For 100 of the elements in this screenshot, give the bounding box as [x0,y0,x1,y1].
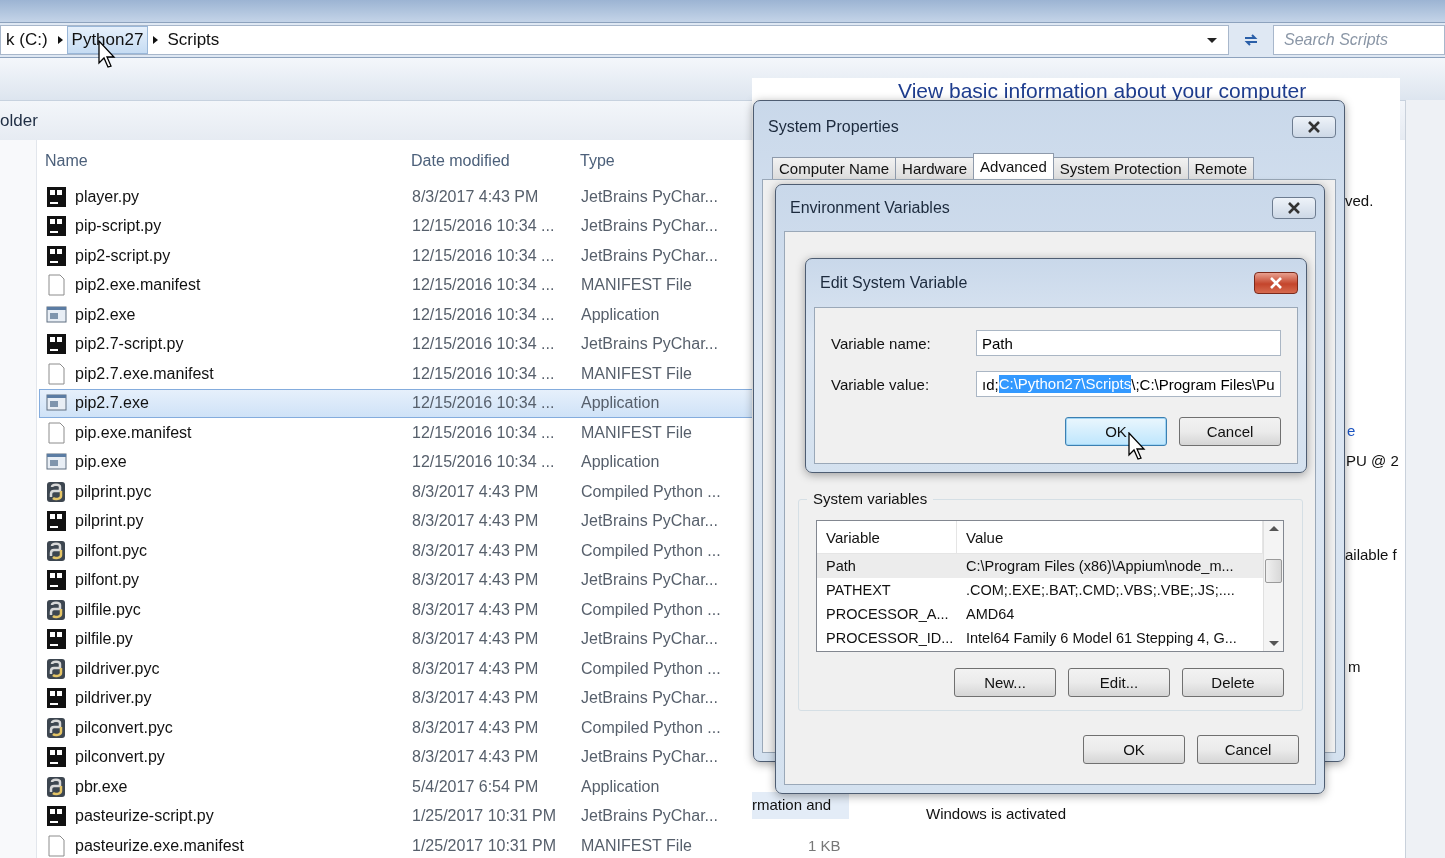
tab[interactable]: Remote [1187,157,1255,179]
file-row[interactable]: pilprint.py 8/3/2017 4:43 PM JetBrains PyChar... [39,506,753,536]
column-header[interactable]: Date modified [403,152,572,170]
dialog-button[interactable]: New... [954,668,1056,697]
file-row[interactable]: pip-script.py 12/15/2016 10:34 ... JetBrains PyChar... [39,211,753,241]
file-row[interactable]: pasteurize.exe.manifest 1/25/2017 10:31 PM MANIFEST File [39,831,753,858]
text-fragment: Windows is activated [926,805,1067,822]
file-type: JetBrains PyChar... [580,512,719,531]
field-label: Variable name: [831,334,932,352]
link[interactable]: e [1347,422,1356,439]
file-row[interactable]: pip2.7.exe 12/15/2016 10:34 ... Application [39,388,753,418]
file-name: pilfont.py [75,571,140,590]
tab[interactable]: Computer Name [772,157,897,179]
python-file-icon [46,657,67,680]
document-icon [46,362,67,385]
file-row[interactable]: pip2.exe 12/15/2016 10:34 ... Application [39,300,753,330]
close-button[interactable] [1272,197,1316,219]
breadcrumb[interactable]: Scripts [162,26,225,54]
tab[interactable]: Hardware [895,157,975,179]
pycharm-file-icon [46,244,67,267]
file-name: pilconvert.py [75,748,165,767]
python-file-icon [46,480,67,503]
file-row[interactable]: pildriver.py 8/3/2017 4:43 PM JetBrains PyChar... [39,683,753,713]
variable-row[interactable]: PROCESSOR_A... AMD64 [817,602,1263,626]
file-name: pildriver.pyc [75,659,160,678]
variable-name: PATHEXT [825,582,892,598]
scroll-down-icon[interactable] [1268,641,1279,647]
file-type: Compiled Python ... [580,718,722,737]
variable-row[interactable]: PROCESSOR_ID... Intel64 Family 6 Model 61 Stepping 4, G... [817,626,1263,650]
dialog-button[interactable]: OK [1065,417,1167,446]
file-name: pilprint.py [75,512,144,531]
file-row[interactable]: pilfile.py 8/3/2017 4:43 PM JetBrains PyChar... [39,624,753,654]
scroll-thumb[interactable] [1265,559,1282,583]
dialog-button[interactable]: Cancel [1197,735,1299,764]
file-name: pilfile.pyc [75,600,141,619]
file-row[interactable]: pilconvert.py 8/3/2017 4:43 PM JetBrains PyChar... [39,742,753,772]
pycharm-file-icon [46,746,67,769]
file-row[interactable]: pip.exe 12/15/2016 10:34 ... Application [39,447,753,477]
file-row[interactable]: pilprint.pyc 8/3/2017 4:43 PM Compiled Python ... [39,477,753,507]
dialog-button[interactable]: Edit... [1068,668,1170,697]
file-row[interactable]: pip2-script.py 12/15/2016 10:34 ... JetBrains PyChar... [39,241,753,271]
file-row[interactable]: pip2.7.exe.manifest 12/15/2016 10:34 ... MANIFEST File [39,359,753,389]
date-modified: 5/4/2017 6:54 PM [411,777,540,796]
python-file-icon [46,598,67,621]
variable-row[interactable]: PATHEXT .COM;.EXE;.BAT;.CMD;.VBS;.VBE;.JS;.... [817,578,1263,602]
date-modified: 8/3/2017 4:43 PM [411,187,540,206]
file-row[interactable]: pip2.7-script.py 12/15/2016 10:34 ... JetBrains PyChar... [39,329,753,359]
breadcrumb[interactable]: k (C:) [1,26,53,54]
variable-row[interactable]: Path C:\Program Files (x86)\Appium\node_m... [817,554,1263,578]
close-button[interactable] [1292,116,1336,138]
file-row[interactable]: pilfont.py 8/3/2017 4:43 PM JetBrains PyChar... [39,565,753,595]
file-row[interactable]: player.py 8/3/2017 4:43 PM JetBrains PyChar... [39,182,753,212]
file-name: pip-script.py [75,217,162,236]
date-modified: 12/15/2016 10:34 ... [411,276,556,295]
column-header[interactable]: Variable [817,521,957,553]
file-name: pasteurize-script.py [75,807,214,826]
column-header[interactable]: Type [572,152,753,170]
pycharm-file-icon [46,569,67,592]
close-button[interactable] [1254,272,1298,294]
dialog-button[interactable]: Delete [1182,668,1284,697]
file-row[interactable]: pip2.exe.manifest 12/15/2016 10:34 ... MANIFEST File [39,270,753,300]
date-modified: 1/25/2017 10:31 PM [411,836,558,855]
address-bar[interactable]: k (C:) Python27 Scripts [0,25,1229,55]
search-field[interactable]: Search Scripts [1273,25,1445,55]
file-row[interactable]: pip.exe.manifest 12/15/2016 10:34 ... MANIFEST File [39,418,753,448]
variable-name-field[interactable]: Path [976,330,1281,356]
close-icon [1307,121,1321,133]
file-row[interactable]: pilfont.pyc 8/3/2017 4:43 PM Compiled Python ... [39,536,753,566]
file-name: pip2.7-script.py [75,335,184,354]
file-name: pilfile.py [75,630,133,649]
file-row[interactable]: pilfile.pyc 8/3/2017 4:43 PM Compiled Python ... [39,595,753,625]
pycharm-file-icon [46,333,67,356]
file-name: pip2.exe [75,305,136,324]
file-row[interactable]: pildriver.pyc 8/3/2017 4:43 PM Compiled Python ... [39,654,753,684]
date-modified: 8/3/2017 4:43 PM [411,630,540,649]
tab[interactable]: System Protection [1052,157,1189,179]
file-row[interactable]: pilconvert.pyc 8/3/2017 4:43 PM Compiled Python ... [39,713,753,743]
file-name: pasteurize.exe.manifest [75,836,244,855]
file-row[interactable]: pasteurize-script.py 1/25/2017 10:31 PM JetBrains PyChar... [39,801,753,831]
date-modified: 8/3/2017 4:43 PM [411,748,540,767]
tab[interactable]: Advanced [973,153,1054,179]
scroll-up-icon[interactable] [1268,525,1279,531]
dialog-button[interactable]: Cancel [1179,417,1281,446]
dialog-button[interactable]: OK [1083,735,1185,764]
date-modified: 12/15/2016 10:34 ... [411,423,556,442]
scrollbar[interactable] [1263,521,1283,651]
file-row[interactable]: pbr.exe 5/4/2017 6:54 PM Application [39,772,753,802]
dialog-title: Edit System Variable [820,274,968,292]
date-modified: 8/3/2017 4:43 PM [411,541,540,560]
text-fragment: ved. [1345,192,1374,209]
variable-list[interactable]: Variable Value Path C:\Program Files (x86)\Appium\node_m... PATHEXT .COM;.EXE;.BAT;.CMD;.VBS;.VBE;.JS;.... PROCESSOR_A... AMD64 PROCESSOR_ID... Intel64 Family 6 Model 61 Stepping 4, G... [816,520,1284,652]
pointer-icon [1128,432,1146,460]
variable-value: .COM;.EXE;.BAT;.CMD;.VBS;.VBE;.JS;.... [965,582,1236,598]
text-fragment: PU @ 2 [1346,452,1399,469]
group-label: System variables [807,490,934,507]
file-type: MANIFEST File [580,276,693,295]
date-modified: 12/15/2016 10:34 ... [411,335,556,354]
file-type: JetBrains PyChar... [580,748,719,767]
column-header[interactable]: Name [37,152,403,170]
file-type: Compiled Python ... [580,541,722,560]
